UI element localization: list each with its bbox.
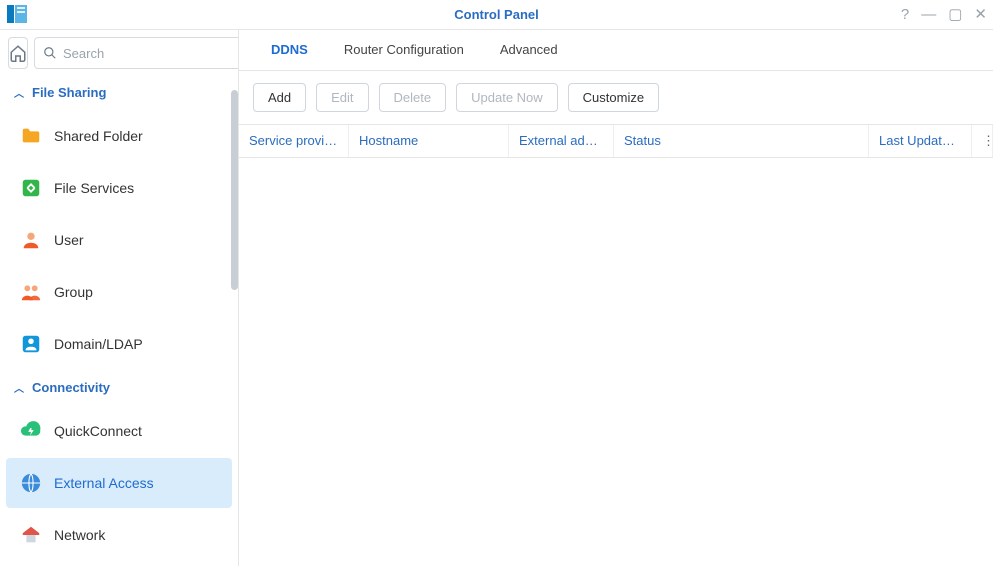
sidebar-item-label: Shared Folder xyxy=(54,128,143,144)
col-status[interactable]: Status xyxy=(614,125,869,157)
sidebar: ︿ File Sharing Shared Folder File Servic… xyxy=(0,30,239,566)
cloud-bolt-icon xyxy=(20,420,42,442)
search-input[interactable] xyxy=(63,46,239,61)
file-sharing-list: Shared Folder File Services User xyxy=(0,109,238,371)
sidebar-item-shared-folder[interactable]: Shared Folder xyxy=(6,111,232,161)
sidebar-item-network[interactable]: Network xyxy=(6,510,232,560)
sidebar-item-label: Network xyxy=(54,527,105,543)
minimize-icon[interactable]: — xyxy=(921,7,936,22)
user-icon xyxy=(20,229,42,251)
group-icon xyxy=(20,281,42,303)
globe-icon xyxy=(20,472,42,494)
sidebar-item-label: External Access xyxy=(54,475,154,491)
col-external-address[interactable]: External add… xyxy=(509,125,614,157)
section-connectivity[interactable]: ︿ Connectivity xyxy=(0,371,238,404)
add-button[interactable]: Add xyxy=(253,83,306,112)
connectivity-list: QuickConnect External Access Network xyxy=(0,404,238,566)
maximize-icon[interactable]: ▢ xyxy=(948,7,962,22)
sidebar-item-label: User xyxy=(54,232,84,248)
help-icon[interactable]: ? xyxy=(901,7,909,22)
sidebar-item-quickconnect[interactable]: QuickConnect xyxy=(6,406,232,456)
sidebar-item-dhcp-server[interactable]: DHCP Server xyxy=(6,562,232,566)
home-button[interactable] xyxy=(8,37,28,69)
grid-body xyxy=(239,158,993,566)
section-file-sharing[interactable]: ︿ File Sharing xyxy=(0,76,238,109)
section-label: Connectivity xyxy=(32,380,110,395)
file-services-icon xyxy=(20,177,42,199)
domain-ldap-icon xyxy=(20,333,42,355)
network-icon xyxy=(20,524,42,546)
section-label: File Sharing xyxy=(32,85,106,100)
sidebar-item-label: File Services xyxy=(54,180,134,196)
sidebar-item-external-access[interactable]: External Access xyxy=(6,458,232,508)
sidebar-item-label: Group xyxy=(54,284,93,300)
sidebar-item-label: QuickConnect xyxy=(54,423,142,439)
delete-button[interactable]: Delete xyxy=(379,83,447,112)
titlebar: Control Panel ? — ▢ ✕ xyxy=(0,0,993,30)
app-body: ︿ File Sharing Shared Folder File Servic… xyxy=(0,30,993,566)
search-icon xyxy=(43,46,57,60)
sidebar-item-user[interactable]: User xyxy=(6,215,232,265)
grid-header: Service provid… Hostname External add… S… xyxy=(239,124,993,158)
sidebar-item-label: Domain/LDAP xyxy=(54,336,143,352)
chevron-up-icon: ︿ xyxy=(14,380,24,395)
sidebar-scrollbar[interactable] xyxy=(231,90,238,290)
tab-router-configuration[interactable]: Router Configuration xyxy=(326,30,482,70)
control-panel-window: Control Panel ? — ▢ ✕ ︿ File Sharing xyxy=(0,0,993,566)
sidebar-item-domain-ldap[interactable]: Domain/LDAP xyxy=(6,319,232,369)
sidebar-item-file-services[interactable]: File Services xyxy=(6,163,232,213)
col-last-updated[interactable]: Last Updated … xyxy=(869,125,972,157)
close-icon[interactable]: ✕ xyxy=(974,7,987,22)
search-box[interactable] xyxy=(34,37,239,69)
tabs: DDNS Router Configuration Advanced xyxy=(239,30,993,71)
window-controls: ? — ▢ ✕ xyxy=(901,7,987,22)
sidebar-item-group[interactable]: Group xyxy=(6,267,232,317)
window-title: Control Panel xyxy=(454,7,539,22)
folder-icon xyxy=(20,125,42,147)
column-options-icon[interactable]: ⋮ xyxy=(972,125,993,157)
edit-button[interactable]: Edit xyxy=(316,83,368,112)
app-icon xyxy=(6,3,28,25)
tab-ddns[interactable]: DDNS xyxy=(253,30,326,70)
chevron-up-icon: ︿ xyxy=(14,85,24,100)
tab-advanced[interactable]: Advanced xyxy=(482,30,576,70)
customize-button[interactable]: Customize xyxy=(568,83,659,112)
update-now-button[interactable]: Update Now xyxy=(456,83,558,112)
toolbar: Add Edit Delete Update Now Customize xyxy=(239,71,993,124)
main-panel: DDNS Router Configuration Advanced Add E… xyxy=(239,30,993,566)
col-hostname[interactable]: Hostname xyxy=(349,125,509,157)
search-row xyxy=(0,30,238,76)
col-service-provider[interactable]: Service provid… xyxy=(239,125,349,157)
